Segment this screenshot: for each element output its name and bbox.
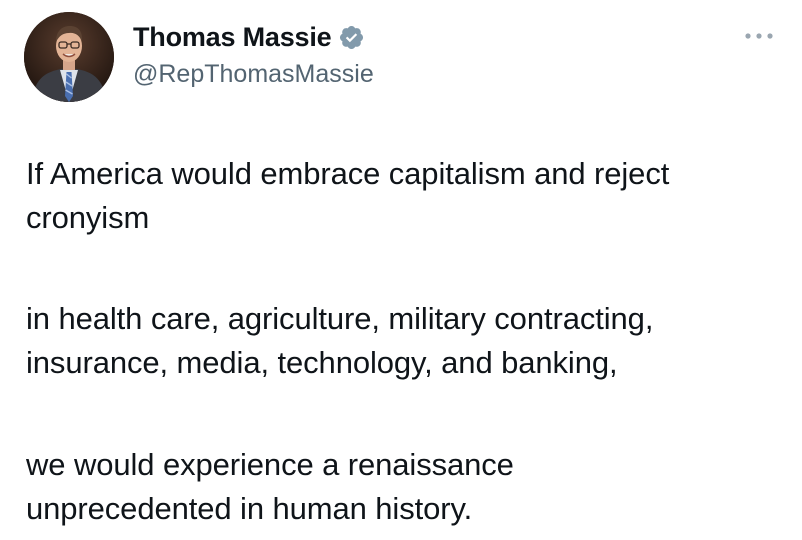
author-display-name[interactable]: Thomas Massie [133,22,332,53]
tweet-text-line: insurance, media, technology, and bankin… [26,345,618,380]
author-handle[interactable]: @RepThomasMassie [133,60,374,89]
tweet-text-line: cronyism [26,200,150,235]
more-options-icon[interactable] [740,26,778,46]
profile-photo [24,12,114,102]
tweet-text-line: in health care, agriculture, military co… [26,301,654,336]
tweet-text-line: we would experience a renaissance [26,447,514,482]
tweet-text-line: If America would embrace capitalism and … [26,156,670,191]
verified-badge-icon [338,24,365,51]
author-avatar[interactable] [24,12,114,102]
tweet-text-line: unprecedented in human history. [26,491,473,526]
tweet-card: Thomas Massie @RepThomasMassie If Americ… [0,0,802,540]
author-name-row: Thomas Massie [133,20,365,54]
